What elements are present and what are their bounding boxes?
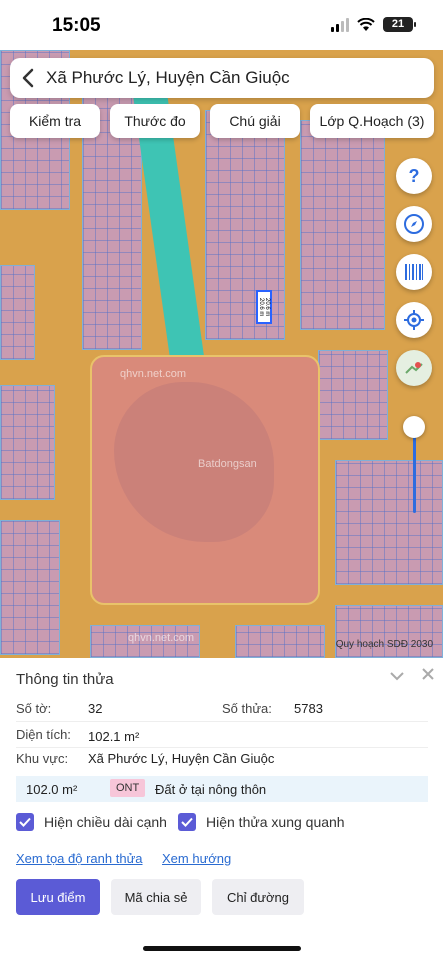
home-indicator [143,946,301,951]
map-scale-label: Quy hoạch SDĐ 2030 [335,639,433,650]
header-title: Xã Phước Lý, Huyện Cần Giuộc [46,68,290,87]
region-row: Khu vực: Xã Phước Lý, Huyện Cần Giuộc [16,746,428,772]
sheet-parcel-row: Số tờ: 32 Số thửa: 5783 [16,696,428,722]
map-block [335,605,443,658]
map-toolbar: Kiểm tra Thước đo Chú giải Lớp Q.Hoạch (… [10,104,434,138]
parcel-value: 5783 [294,701,323,716]
opacity-slider-thumb[interactable] [403,416,425,438]
show-surrounding-label: Hiện thửa xung quanh [206,814,345,830]
region-value: Xã Phước Lý, Huyện Cần Giuộc [88,751,275,766]
area-row: Diện tích: 102.1 m² [16,722,428,748]
checkbox-checked-icon[interactable] [16,813,34,831]
signal-icon [331,17,349,32]
planning-layer-button[interactable]: Lớp Q.Hoạch (3) [310,104,434,138]
map-block [205,110,285,340]
chevron-down-icon[interactable] [389,668,405,686]
selected-plot[interactable]: 20.6 m 20.6 m [256,290,272,324]
park-area[interactable] [90,355,320,605]
view-boundary-coords-link[interactable]: Xem tọa độ ranh thửa [16,851,143,866]
map-block [300,120,385,330]
view-direction-link[interactable]: Xem hướng [162,851,231,866]
zone-code-badge: ONT [110,779,146,797]
checkbox-checked-icon[interactable] [178,813,196,831]
legend-button[interactable]: Chú giải [210,104,300,138]
zone-area: 102.0 m² [26,782,78,797]
help-icon[interactable]: ? [396,158,432,194]
status-time: 15:05 [52,15,101,36]
panel-title: Thông tin thửa [16,671,114,688]
map-block [318,350,388,440]
measure-button[interactable]: Thước đo [110,104,200,138]
battery-icon: 21 [383,17,416,32]
back-icon[interactable] [10,58,46,98]
watermark-bottom: qhvn.net.com [128,632,195,644]
zoning-row: 102.0 m² ONT Đất ở tại nông thôn [16,776,428,802]
check-button[interactable]: Kiểm tra [10,104,100,138]
barcode-icon[interactable] [396,254,432,290]
close-icon[interactable] [421,667,435,686]
map-block [0,520,60,655]
status-bar: 15:05 21 [0,0,443,50]
map-block [335,460,443,585]
watermark-center: Batdongsan [198,458,257,470]
parcel-info-panel: Thông tin thửa Số tờ: 32 Số thửa: 5783 D… [0,658,443,960]
parcel-label: Số thửa: [222,701,272,716]
compass-icon[interactable] [396,206,432,242]
area-value: 102.1 m² [88,729,140,744]
sheet-label: Số tờ: [16,701,52,716]
locate-icon[interactable] [396,302,432,338]
wifi-icon [357,17,375,31]
location-header[interactable]: Xã Phước Lý, Huyện Cần Giuộc [10,58,434,98]
svg-text:?: ? [409,166,420,186]
show-edge-length-toggle[interactable]: Hiện chiều dài cạnh [16,813,167,831]
region-label: Khu vực: [16,751,69,766]
opacity-slider-track[interactable] [413,428,416,513]
sheet-value: 32 [88,701,103,716]
area-label: Diện tích: [16,727,71,742]
map-block [235,625,325,658]
zone-description: Đất ở tại nông thôn [155,782,267,797]
map-block [0,385,55,500]
show-surrounding-toggle[interactable]: Hiện thửa xung quanh [178,813,345,831]
show-edge-length-label: Hiện chiều dài cạnh [44,814,167,830]
directions-button[interactable]: Chỉ đường [212,879,304,915]
map-view[interactable]: 20.6 m 20.6 m qhvn.net.com Batdongsan qh… [0,50,443,658]
save-point-button[interactable]: Lưu điểm [16,879,100,915]
status-icons: 21 [331,17,416,32]
map-layer-icon[interactable] [396,350,432,386]
watermark-top: qhvn.net.com [120,368,187,380]
share-code-button[interactable]: Mã chia sẻ [111,879,201,915]
map-block [0,265,35,360]
